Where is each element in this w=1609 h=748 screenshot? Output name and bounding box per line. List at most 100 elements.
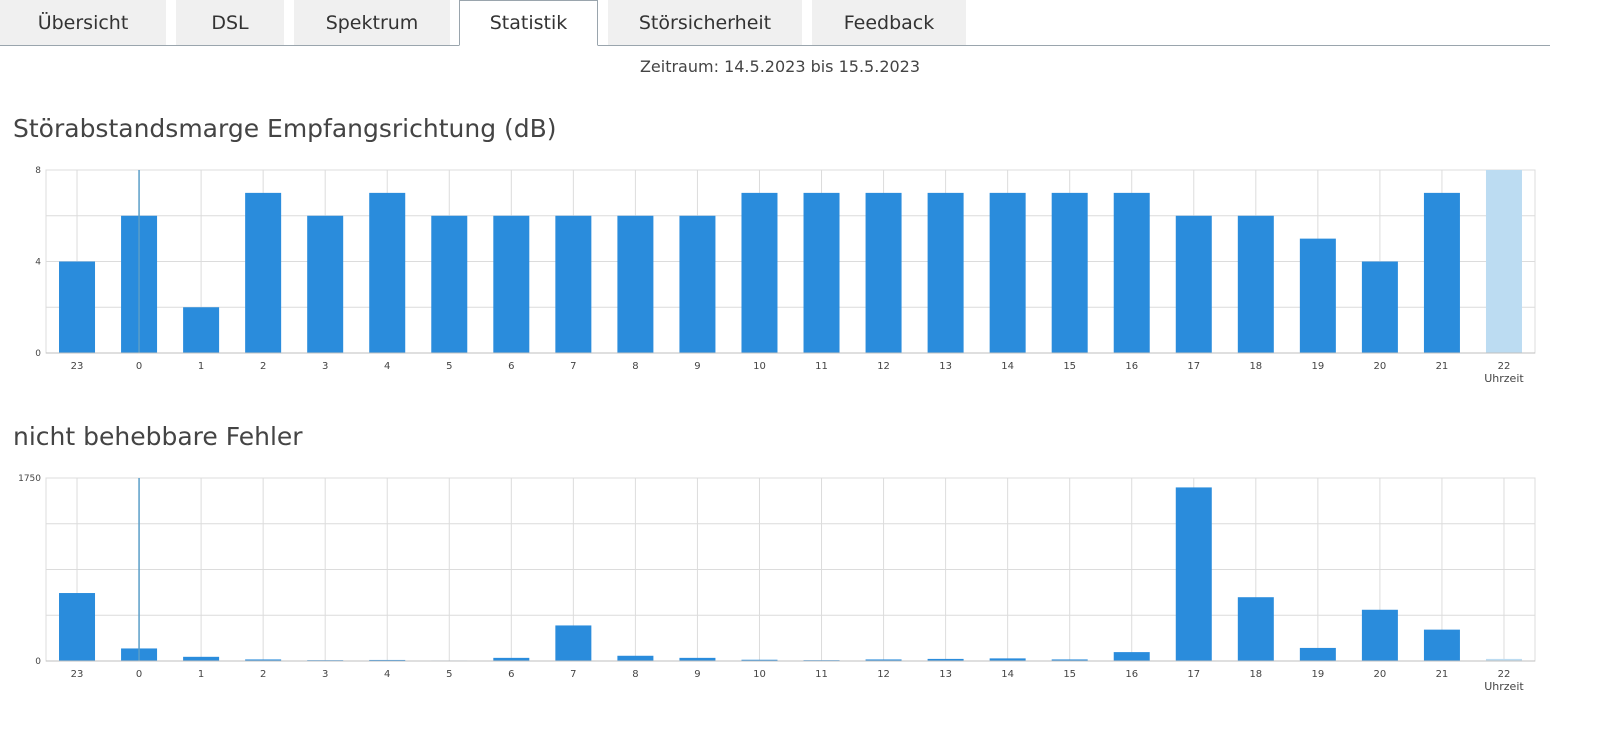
x-tick-label: 18: [1249, 361, 1262, 372]
bar-8: [617, 215, 654, 353]
x-tick-label: 17: [1187, 361, 1200, 372]
x-tick-label: 19: [1311, 361, 1324, 372]
x-tick-label: 6: [508, 361, 514, 372]
x-tick-label: 23: [71, 669, 84, 680]
tab-uebersicht[interactable]: Übersicht: [0, 0, 166, 45]
x-tick-label: 13: [939, 361, 952, 372]
bar-22: [1485, 170, 1522, 353]
bar-21: [1423, 629, 1460, 661]
bar-3: [307, 215, 344, 353]
bar-17: [1175, 487, 1212, 661]
snr-margin-chart: 23 0 1 2 3 4 5 6 7 8 9 10 11 12 13 14 15 16 17 18 19 20 21 22Uh…: [35, 166, 1536, 385]
x-tick-label: 9: [694, 361, 700, 372]
period-label: Zeitraum: 14.5.2023 bis 15.5.2023: [639, 57, 921, 76]
x-tick-label: 20: [1374, 361, 1387, 372]
chart-title-snr-margin: Störabstandsmarge Empfangsrichtung (dB): [13, 114, 557, 143]
x-tick-label: 19: [1311, 669, 1324, 680]
y-tick-label: 0: [35, 657, 41, 667]
x-tick-label: 7: [570, 361, 576, 372]
y-tick-label: 8: [35, 166, 41, 176]
x-tick-label: 4: [384, 669, 390, 680]
bar-11: [803, 192, 840, 353]
bar-4: [369, 192, 406, 353]
bar-15: [1051, 192, 1088, 353]
tab-feedback[interactable]: Feedback: [812, 0, 966, 45]
x-tick-label: 14: [1001, 361, 1014, 372]
x-tick-label: 6: [508, 669, 514, 680]
x-tick-label: 18: [1249, 669, 1262, 680]
x-tick-label: 3: [322, 669, 328, 680]
bar-21: [1423, 192, 1460, 353]
x-axis-label: Uhrzeit: [1484, 372, 1524, 385]
bar-20: [1361, 609, 1398, 661]
x-tick-label: 15: [1063, 361, 1076, 372]
x-tick-label: 11: [815, 361, 828, 372]
bar-6: [493, 215, 530, 353]
tab-dsl[interactable]: DSL: [176, 0, 284, 45]
bar-17: [1175, 215, 1212, 353]
bar-18: [1237, 597, 1274, 661]
x-tick-label: 15: [1063, 669, 1076, 680]
x-tick-label: 0: [136, 361, 142, 372]
x-tick-label: 2: [260, 361, 266, 372]
x-tick-label: 10: [753, 361, 766, 372]
x-tick-label: 10: [753, 669, 766, 680]
x-tick-label: 12: [877, 361, 890, 372]
x-tick-label: 11: [815, 669, 828, 680]
x-tick-label: 21: [1436, 669, 1449, 680]
bar-1: [183, 656, 220, 661]
bar-8: [617, 655, 654, 661]
x-tick-label: 7: [570, 669, 576, 680]
x-tick-label: 16: [1125, 361, 1138, 372]
y-tick-label: 1750: [18, 474, 41, 484]
x-tick-label: 13: [939, 669, 952, 680]
bar-19: [1299, 238, 1336, 353]
chart-title-errors: nicht behebbare Fehler: [13, 422, 303, 451]
bar-19: [1299, 647, 1336, 661]
x-tick-label: 0: [136, 669, 142, 680]
x-tick-label: 12: [877, 669, 890, 680]
bar-10: [741, 192, 778, 353]
x-tick-label: 16: [1125, 669, 1138, 680]
bar-5: [431, 215, 468, 353]
bar-9: [679, 215, 716, 353]
y-tick-label: 0: [35, 349, 41, 359]
x-tick-label: 1: [198, 669, 204, 680]
bar-14: [989, 192, 1026, 353]
errors-chart: 23 0 1 2 3 4 5 6 7 8 9 10 11 12 13 14 15 16 17 18 19 20 21 22Uh…: [18, 474, 1536, 693]
x-tick-label: 23: [71, 361, 84, 372]
x-tick-label: 8: [632, 361, 638, 372]
bar-18: [1237, 215, 1274, 353]
x-tick-label: 17: [1187, 669, 1200, 680]
bar-23: [59, 593, 96, 661]
bar-16: [1113, 652, 1150, 661]
x-tick-label: 4: [384, 361, 390, 372]
x-tick-label: 3: [322, 361, 328, 372]
x-tick-label: 8: [632, 669, 638, 680]
bar-2: [245, 192, 282, 353]
x-tick-label: 9: [694, 669, 700, 680]
bar-20: [1361, 261, 1398, 353]
x-axis-label: Uhrzeit: [1484, 680, 1524, 693]
bar-7: [555, 215, 592, 353]
x-tick-label: 14: [1001, 669, 1014, 680]
x-tick-label: 20: [1374, 669, 1387, 680]
x-tick-label: 2: [260, 669, 266, 680]
bar-16: [1113, 192, 1150, 353]
bar-23: [59, 261, 96, 353]
bar-1: [183, 307, 220, 353]
x-tick-label: 21: [1436, 361, 1449, 372]
tab-spektrum[interactable]: Spektrum: [294, 0, 450, 45]
tab-bar: Übersicht DSL Spektrum Statistik Störsic…: [0, 0, 1550, 46]
x-tick-label: 5: [446, 669, 452, 680]
x-tick-label: 22: [1498, 669, 1511, 680]
tab-statistik[interactable]: Statistik: [459, 0, 598, 46]
x-tick-label: 5: [446, 361, 452, 372]
x-tick-label: 1: [198, 361, 204, 372]
bar-7: [555, 625, 592, 661]
bar-12: [865, 192, 902, 353]
x-tick-label: 22: [1498, 361, 1511, 372]
tab-stoersicherheit[interactable]: Störsicherheit: [608, 0, 802, 45]
bar-13: [927, 192, 964, 353]
y-tick-label: 4: [35, 258, 41, 268]
